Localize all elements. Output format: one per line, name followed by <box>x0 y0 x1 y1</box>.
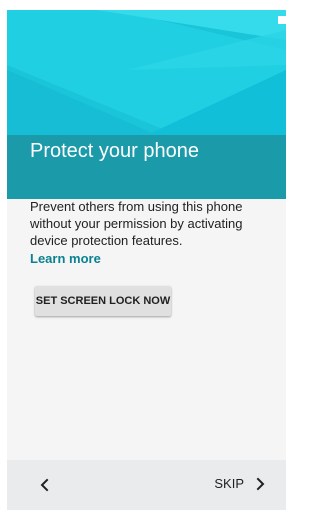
skip-button[interactable]: SKIP <box>214 472 268 496</box>
chevron-left-icon <box>40 478 49 492</box>
page-title: Protect your phone <box>30 140 199 162</box>
learn-more-link[interactable]: Learn more <box>30 250 101 267</box>
back-button[interactable] <box>35 475 55 495</box>
skip-label: SKIP <box>214 476 244 491</box>
status-indicator <box>278 16 286 24</box>
chevron-right-icon <box>256 477 265 491</box>
content-area: Prevent others from using this phone wit… <box>30 198 265 268</box>
hero-illustration <box>7 10 286 135</box>
description-text: Prevent others from using this phone wit… <box>30 199 243 248</box>
bottom-nav-bar: SKIP <box>7 460 286 510</box>
set-screen-lock-button[interactable]: SET SCREEN LOCK NOW <box>35 286 171 316</box>
